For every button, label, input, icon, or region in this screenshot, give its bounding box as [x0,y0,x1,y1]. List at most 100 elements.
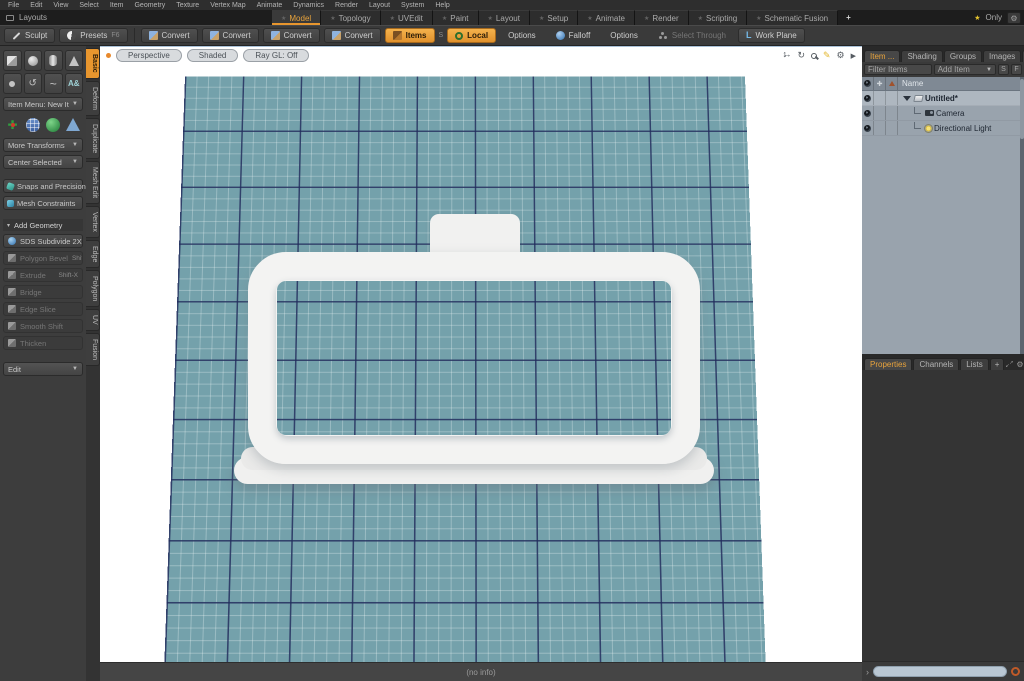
edit-dropdown[interactable]: Edit ▼ [3,362,83,376]
zoom-icon[interactable] [810,52,817,59]
viewport-settings-gear-icon[interactable]: ⚙ [837,50,845,61]
layout-tab-render[interactable]: ★ Render [635,10,689,25]
menu-help[interactable]: Help [435,2,449,9]
add-layout-tab-button[interactable]: + [838,10,859,25]
tab-basic[interactable]: Basic [86,48,100,79]
expand-panel-icon[interactable]: ↗ ↙ [1005,360,1013,369]
snaps-and-precision-button[interactable]: Snaps and Precision [3,179,86,193]
item-list-scrollbar[interactable] [1020,77,1024,354]
tab-images[interactable]: Images [983,50,1022,62]
tool-extrude[interactable]: Extrude Shift-X [3,268,83,282]
tool-polygon-bevel[interactable]: Polygon Bevel Shift-B [3,251,83,265]
layout-tab-layout[interactable]: ★ Layout [478,10,530,25]
only-star-icon[interactable]: ★ [974,14,980,22]
tab-edge[interactable]: Edge [86,239,100,269]
presets-button[interactable]: Presets F6 [59,28,128,43]
raygl-toggle-button[interactable]: Ray GL: Off [243,49,310,62]
locator-item-button[interactable]: ✚ [4,116,21,133]
falloff-options-button[interactable]: Options [602,28,646,43]
tab-polygon[interactable]: Polygon [86,270,100,308]
viewport-menu-arrow-icon[interactable]: ▶ [851,52,856,60]
tab-lists[interactable]: Lists [960,358,989,370]
command-input-field[interactable] [873,666,1007,677]
sphere-primitive-button[interactable] [23,50,42,71]
layout-tab-uvedit[interactable]: ★ UVEdit [380,10,433,25]
panel-gear-icon[interactable]: ⚙ [1016,360,1023,369]
work-plane-button[interactable]: L Work Plane [737,28,805,43]
cylinder-primitive-button[interactable] [44,50,63,71]
torus-primitive-button[interactable] [3,73,22,94]
add-item-dropdown[interactable]: Add Item ▼ [933,64,996,75]
tab-deform[interactable]: Deform [86,80,100,116]
item-menu-dropdown[interactable]: Item Menu: New Item ▼ [3,97,83,111]
tool-edge-slice[interactable]: Edge Slice [3,302,83,316]
rotate-view-icon[interactable]: ↻ [797,50,805,61]
tool-sds-subdivide[interactable]: SDS Subdivide 2X [3,234,83,248]
convert-button-3[interactable]: Convert [262,28,320,43]
mesh-grid-item-button[interactable] [24,116,41,133]
menu-animate[interactable]: Animate [257,2,283,9]
tab-fusion[interactable]: Fusion [86,333,100,367]
pyramid-item-button[interactable] [65,116,82,133]
menu-geometry[interactable]: Geometry [134,2,165,9]
text-tool-button[interactable]: A& [64,73,83,94]
tab-shading[interactable]: Shading [901,50,943,62]
layout-tab-paint[interactable]: ★ Paint [432,10,479,25]
convert-button-4[interactable]: Convert [323,28,381,43]
tab-channels[interactable]: Channels [913,358,960,370]
filters-button[interactable]: F [1011,64,1022,75]
falloff-button[interactable]: Falloff [548,28,599,43]
layout-tab-animate[interactable]: ★ Animate [578,10,635,25]
perspective-view-button[interactable]: Perspective [116,49,182,62]
layouts-menu[interactable]: Layouts [0,10,272,25]
menu-select[interactable]: Select [79,2,98,9]
tab-mesh-edit[interactable]: Mesh Edit [86,160,100,204]
tab-vertex[interactable]: Vertex [86,205,100,238]
convert-button-2[interactable]: Convert [201,28,259,43]
3d-viewport[interactable]: Perspective Shaded Ray GL: Off ↔ ↕ ↻ ✎ ⚙ … [100,46,862,662]
layout-tab-topology[interactable]: ★ Topology [321,10,381,25]
spiral-tool-button[interactable]: ↺ [23,73,42,94]
more-transforms-dropdown[interactable]: More Transforms ▼ [3,138,83,152]
items-mode-button[interactable]: Items [384,28,435,43]
action-center-options-button[interactable]: Options [500,28,544,43]
menu-render[interactable]: Render [335,2,358,9]
tab-properties[interactable]: Properties [864,358,913,370]
visibility-eye-icon[interactable] [864,94,871,102]
layout-settings-gear-icon[interactable]: ⚙ [1007,11,1021,24]
viewport-corner-dot[interactable] [106,53,111,58]
textured-mesh-item-button[interactable] [45,116,62,133]
menu-view[interactable]: View [53,2,68,9]
tab-item-list[interactable]: Item ... [864,50,901,62]
visibility-eye-icon[interactable] [864,109,871,117]
mesh-constraints-button[interactable]: Mesh Constraints [3,196,83,210]
menu-texture[interactable]: Texture [176,2,199,9]
tool-bridge[interactable]: Bridge [3,285,83,299]
cube-primitive-button[interactable] [3,50,22,71]
expander-triangle-icon[interactable] [903,95,911,101]
sculpt-button[interactable]: Sculpt [4,28,56,43]
add-geometry-section-header[interactable]: ▾ Add Geometry [3,219,83,231]
convert-button-1[interactable]: Convert [140,28,198,43]
record-circle-icon[interactable] [1011,667,1020,676]
menu-system[interactable]: System [401,2,424,9]
layout-tab-setup[interactable]: ★ Setup [529,10,579,25]
layout-tab-schematic-fusion[interactable]: ★ Schematic Fusion [747,10,839,25]
add-properties-tab-button[interactable]: + [989,358,1005,370]
tab-uv[interactable]: UV [86,309,100,332]
cone-primitive-button[interactable] [64,50,83,71]
visibility-eye-icon[interactable] [864,124,871,132]
shaded-mode-button[interactable]: Shaded [186,49,239,62]
menu-dynamics[interactable]: Dynamics [293,2,324,9]
tool-thicken[interactable]: Thicken [3,336,83,350]
item-row-camera[interactable]: Camera [862,106,1024,121]
scopes-button[interactable]: S [998,64,1009,75]
center-selected-dropdown[interactable]: Center Selected ▼ [3,155,83,169]
layout-tab-model[interactable]: ★ Model [272,10,322,25]
tab-groups[interactable]: Groups [943,50,983,62]
item-row-directional-light[interactable]: Directional Light [862,121,1024,136]
item-row-untitled[interactable]: Untitled* [862,91,1024,106]
filter-items-field[interactable]: Filter Items [864,64,932,75]
menu-vertex-map[interactable]: Vertex Map [210,2,245,9]
edit-pencil-icon[interactable]: ✎ [823,50,831,61]
